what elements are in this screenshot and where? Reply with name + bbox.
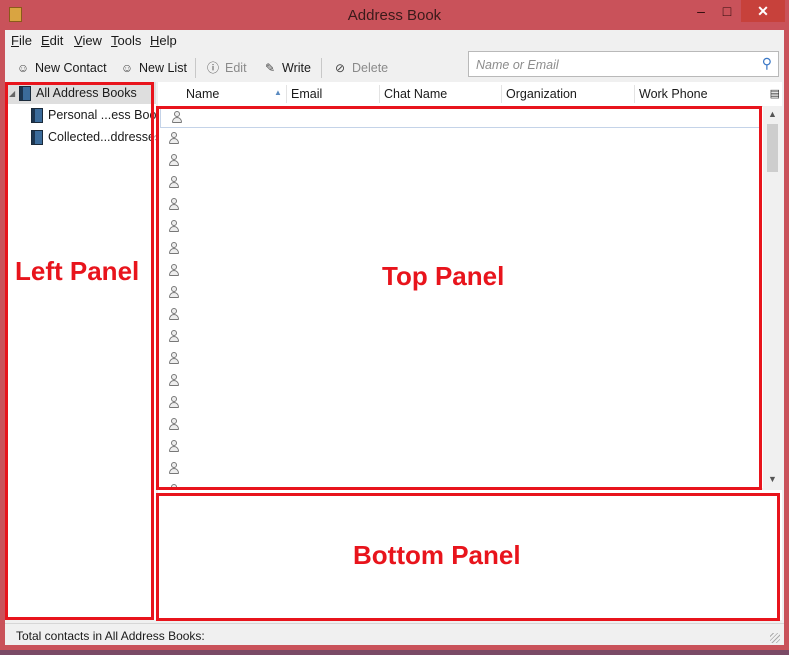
column-separator[interactable] bbox=[286, 85, 287, 103]
maximize-button[interactable]: □ bbox=[714, 0, 740, 22]
menu-help[interactable]: Help bbox=[150, 33, 177, 48]
search-box[interactable]: ⚲ bbox=[468, 51, 779, 77]
new-list-label: New List bbox=[139, 61, 187, 75]
column-separator[interactable] bbox=[379, 85, 380, 103]
minimize-button[interactable]: – bbox=[688, 0, 714, 22]
delete-label: Delete bbox=[352, 61, 389, 75]
toolbar-separator bbox=[195, 58, 196, 78]
column-organization[interactable]: Organization bbox=[506, 82, 577, 106]
resize-grip-icon[interactable] bbox=[770, 633, 780, 643]
column-name[interactable]: Name bbox=[186, 82, 219, 106]
toolbar-separator bbox=[321, 58, 322, 78]
bottom-panel-annotation-label: Bottom Panel bbox=[353, 540, 521, 570]
write-button[interactable]: ✎ Write bbox=[263, 58, 311, 78]
menu-bar: File Edit View Tools Help bbox=[5, 30, 784, 52]
new-list-button[interactable]: ☺ New List bbox=[120, 58, 187, 78]
sort-ascending-icon: ▲ bbox=[274, 88, 282, 97]
column-separator[interactable] bbox=[634, 85, 635, 103]
new-contact-label: New Contact bbox=[35, 61, 107, 75]
info-icon: ⓘ bbox=[206, 61, 219, 75]
column-email[interactable]: Email bbox=[291, 82, 322, 106]
column-chat-name[interactable]: Chat Name bbox=[384, 82, 447, 106]
column-separator[interactable] bbox=[501, 85, 502, 103]
title-bar: Address Book – □ ✕ bbox=[0, 0, 789, 30]
status-total-contacts: Total contacts in All Address Books: bbox=[16, 629, 205, 643]
menu-view[interactable]: View bbox=[74, 33, 102, 48]
scroll-up-icon[interactable]: ▲ bbox=[763, 106, 782, 123]
write-label: Write bbox=[282, 61, 311, 75]
search-icon[interactable]: ⚲ bbox=[762, 55, 772, 72]
new-contact-icon: ☺ bbox=[16, 61, 30, 75]
edit-button[interactable]: ⓘ Edit bbox=[206, 58, 247, 78]
menu-file[interactable]: File bbox=[11, 33, 32, 48]
write-icon: ✎ bbox=[264, 61, 276, 75]
column-picker-icon[interactable]: ▤ bbox=[770, 87, 780, 100]
close-button[interactable]: ✕ bbox=[741, 0, 785, 22]
menu-tools[interactable]: Tools bbox=[111, 33, 141, 48]
status-bar: Total contacts in All Address Books: bbox=[5, 623, 784, 646]
top-panel-annotation-label: Top Panel bbox=[382, 261, 505, 291]
vertical-scrollbar[interactable]: ▲ ▼ bbox=[763, 106, 782, 488]
new-contact-button[interactable]: ☺ New Contact bbox=[16, 58, 107, 78]
scroll-down-icon[interactable]: ▼ bbox=[763, 471, 782, 488]
left-panel-annotation-label: Left Panel bbox=[15, 256, 140, 286]
top-panel-annotation-box bbox=[156, 106, 762, 490]
new-list-icon: ☺ bbox=[120, 61, 134, 75]
window-title: Address Book bbox=[347, 7, 442, 24]
left-panel-annotation-box bbox=[5, 82, 154, 620]
scrollbar-thumb[interactable] bbox=[767, 124, 778, 172]
menu-edit[interactable]: Edit bbox=[41, 33, 63, 48]
edit-label: Edit bbox=[225, 61, 247, 75]
search-input[interactable] bbox=[474, 55, 748, 75]
column-work-phone[interactable]: Work Phone bbox=[639, 82, 708, 106]
column-header: Name ▲ Email Chat Name Organization Work… bbox=[158, 82, 782, 107]
delete-icon: ⊘ bbox=[334, 61, 346, 75]
delete-button[interactable]: ⊘ Delete bbox=[333, 58, 388, 78]
